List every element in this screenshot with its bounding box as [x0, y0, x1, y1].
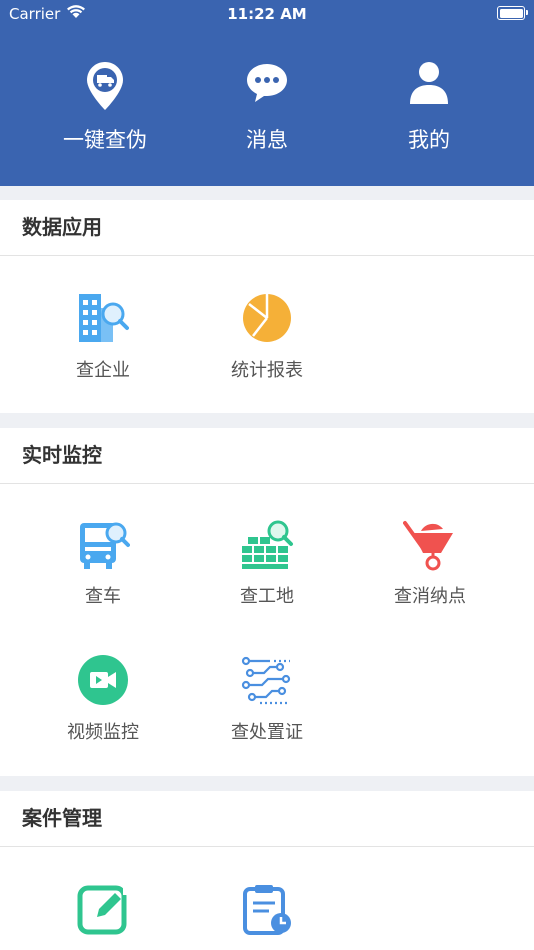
section-title: 案件管理	[0, 791, 534, 847]
grid-item-check-construction-site[interactable]: 查工地	[187, 516, 347, 608]
video-camera-icon	[23, 652, 183, 708]
grid-item-label: 查处置证	[231, 722, 303, 743]
grid-item-video-monitoring[interactable]: 视频监控	[23, 652, 183, 744]
grid-item-label: 统计报表	[231, 360, 303, 381]
construction-search-icon	[187, 516, 347, 572]
building-search-icon	[23, 290, 183, 346]
edit-icon	[23, 881, 183, 937]
grid-item-label: 查消纳点	[394, 586, 466, 607]
section-title: 实时监控	[0, 428, 534, 484]
header: Carrier 11:22 AM 一键查伪 消息 我的	[0, 0, 534, 186]
nav-messages[interactable]: 消息	[197, 60, 337, 154]
grid-item-label: 查车	[85, 586, 121, 607]
grid-item-case-edit[interactable]	[23, 881, 183, 947]
grid-item-check-company[interactable]: 查企业	[23, 290, 183, 382]
grid-item-statistics-report[interactable]: 统计报表	[187, 290, 347, 382]
section-data-applications: 数据应用 查企业 统计报表	[0, 200, 534, 413]
truck-search-icon	[23, 516, 183, 572]
nav-one-key-check[interactable]: 一键查伪	[35, 60, 175, 154]
clipboard-clock-icon	[187, 881, 347, 937]
battery-icon	[497, 6, 528, 20]
grid-item-check-disposal-permit[interactable]: 查处置证	[187, 652, 347, 744]
nav-label: 一键查伪	[63, 128, 147, 152]
nav-label: 消息	[246, 128, 288, 152]
grid-item-case-record[interactable]	[187, 881, 347, 947]
pie-chart-icon	[187, 290, 347, 346]
status-bar: Carrier 11:22 AM	[0, 0, 534, 28]
wheelbarrow-icon	[350, 516, 510, 572]
user-icon	[359, 60, 499, 116]
circuit-icon	[187, 652, 347, 708]
grid-item-label: 查企业	[76, 360, 130, 381]
clock: 11:22 AM	[227, 5, 307, 23]
grid-item-check-vehicle[interactable]: 查车	[23, 516, 183, 608]
section-case-management: 案件管理	[0, 791, 534, 950]
truck-location-icon	[35, 60, 175, 116]
grid-item-label: 查工地	[240, 586, 294, 607]
nav-label: 我的	[408, 128, 450, 152]
grid-item-label: 视频监控	[67, 722, 139, 743]
grid-item-check-disposal-site[interactable]: 查消纳点	[350, 516, 510, 608]
nav-mine[interactable]: 我的	[359, 60, 499, 154]
chat-bubble-icon	[197, 60, 337, 116]
section-title: 数据应用	[0, 200, 534, 256]
section-realtime-monitoring: 实时监控 查车 查工地 查消纳点 视频监控 查处置证	[0, 428, 534, 776]
